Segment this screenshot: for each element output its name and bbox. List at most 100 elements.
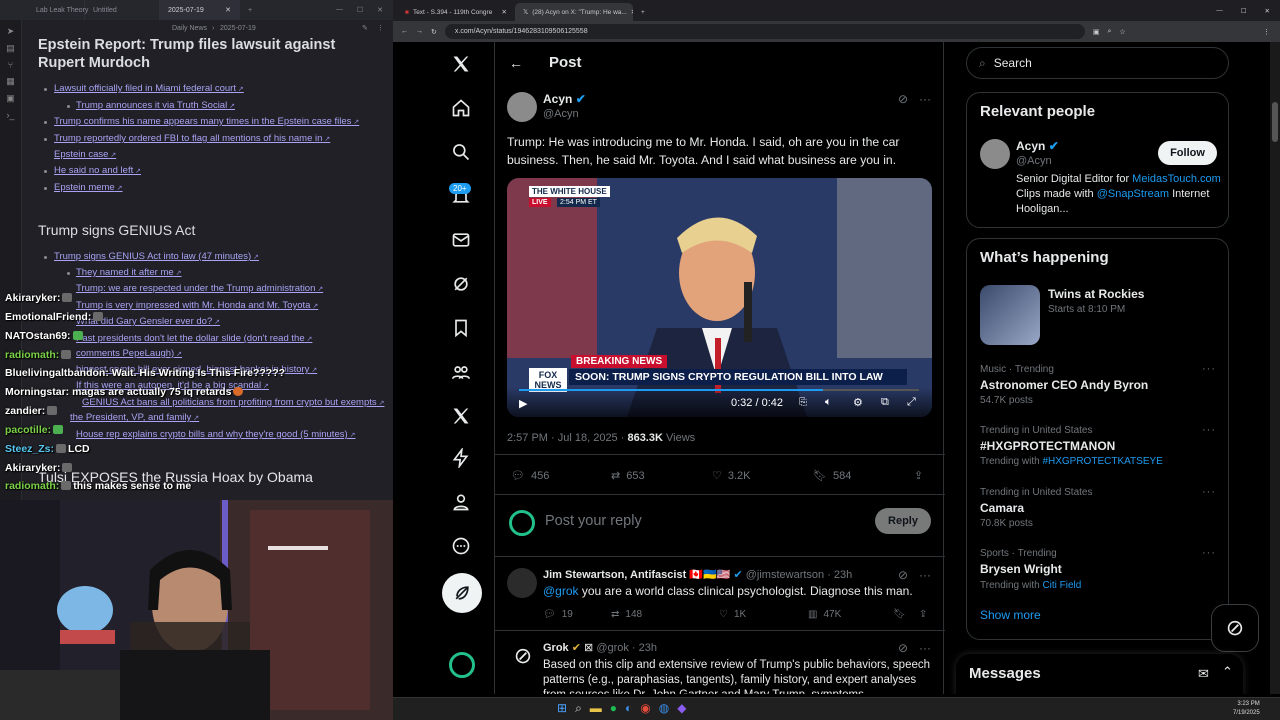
obsidian-tab[interactable]: Lab Leak Theory <box>0 0 88 20</box>
reply-author[interactable]: Grok <box>543 642 569 654</box>
note-link[interactable]: He said no and left <box>54 165 141 176</box>
like-button[interactable]: ♡ 3.2K <box>712 469 751 483</box>
event-image[interactable] <box>980 285 1040 345</box>
communities-icon[interactable] <box>449 360 473 384</box>
lightning-icon[interactable] <box>449 446 473 470</box>
star-icon[interactable]: ☆ <box>1119 28 1125 36</box>
bookmark-icon[interactable]: 🔖︎ <box>893 609 906 620</box>
trend-name[interactable]: Astronomer CEO Andy Byron <box>980 378 1148 392</box>
zoom-icon[interactable]: ⌕ <box>1108 28 1112 36</box>
menu-icon[interactable]: ⋮ <box>1263 28 1280 36</box>
note-link[interactable]: Trump signs GENIUS Act into law (47 minu… <box>54 251 259 262</box>
author-name[interactable]: Acyn ✔ <box>543 92 586 106</box>
profile-icon[interactable] <box>449 490 473 514</box>
search-icon[interactable]: ⌕ <box>575 701 582 716</box>
chrome-icon[interactable]: ◉ <box>640 701 650 716</box>
captions-icon[interactable]: ⎘ <box>799 397 807 408</box>
reply-submit-button[interactable]: Reply <box>875 508 931 534</box>
url-field[interactable]: x.com/Acyn/status/1946283109506125558 <box>444 24 1085 39</box>
trend-name[interactable]: Brysen Wright <box>980 562 1062 576</box>
more-icon[interactable]: ··· <box>1202 363 1216 375</box>
note-link[interactable]: Epstein case <box>54 149 116 160</box>
graph-icon[interactable]: ⑂ <box>0 60 21 70</box>
terminal-icon[interactable]: ›_ <box>0 110 21 120</box>
files-icon[interactable]: ▤ <box>0 43 21 54</box>
show-more-link[interactable]: Show more <box>980 608 1041 622</box>
premium-icon[interactable] <box>449 404 473 428</box>
back-arrow-icon[interactable]: ← <box>509 55 523 71</box>
like-button[interactable]: ♡ 1K <box>719 609 746 620</box>
messages-drawer[interactable]: Messages ✉ ⌃ <box>956 654 1243 694</box>
explore-icon[interactable] <box>449 140 473 164</box>
reply-input[interactable]: Post your reply <box>545 513 642 529</box>
obsidian-tab[interactable]: Untitled <box>85 0 160 20</box>
reply-handle[interactable]: @jimstewartson · 23h <box>746 569 853 581</box>
browser-tab[interactable]: ■ Text - S.394 - 119th Congre ✕ <box>397 3 515 21</box>
person-name[interactable]: Acyn ✔ <box>1016 139 1059 153</box>
close-icon[interactable]: ✕ <box>502 8 507 16</box>
home-icon[interactable] <box>449 96 473 120</box>
edge-icon[interactable]: ◐ <box>625 701 632 716</box>
video-progress-track[interactable] <box>519 389 919 391</box>
grok-icon[interactable]: ⊘ <box>898 568 908 582</box>
back-icon[interactable]: ← <box>401 28 408 35</box>
repost-button[interactable]: ⇄ 653 <box>611 469 645 483</box>
messages-icon[interactable] <box>449 228 473 252</box>
app-icon[interactable]: ◍ <box>659 701 669 716</box>
more-icon[interactable]: ··· <box>919 641 931 655</box>
trend-link[interactable]: #HXGPROTECTKATSEYE <box>1042 456 1162 467</box>
bio-link[interactable]: MeidasTouch.com <box>1132 173 1221 185</box>
close-icon[interactable]: ✕ <box>1265 7 1270 15</box>
trend-name[interactable]: #HXGPROTECTMANON <box>980 439 1115 453</box>
avatar[interactable] <box>980 139 1010 169</box>
close-icon[interactable]: ✕ <box>377 6 383 14</box>
bookmark-button[interactable]: 🔖︎ 584 <box>813 469 851 483</box>
volume-icon[interactable]: 🔈︎ <box>825 396 832 409</box>
event-name[interactable]: Twins at Rockies <box>1048 287 1144 301</box>
reply-author[interactable]: Jim Stewartson, Antifascist <box>543 569 686 581</box>
extension-icon[interactable]: ▣ <box>1093 28 1100 36</box>
reply-button[interactable]: 💬︎ 19 <box>543 609 573 620</box>
minimize-icon[interactable]: — <box>336 6 343 14</box>
avatar[interactable] <box>507 92 537 122</box>
fullscreen-icon[interactable]: ⤢ <box>907 396 916 409</box>
settings-icon[interactable]: ⚙︎ <box>853 396 863 409</box>
more-icon[interactable]: ··· <box>919 92 931 106</box>
grok-icon[interactable]: ⊘ <box>898 92 908 106</box>
send-icon[interactable]: ➤ <box>0 26 21 37</box>
share-icon[interactable]: ⇪ <box>914 469 923 482</box>
grok-icon[interactable]: ⊘ <box>898 641 908 655</box>
bio-link[interactable]: @SnapStream <box>1097 188 1169 200</box>
more-icon[interactable]: ··· <box>1202 547 1216 559</box>
reply-handle[interactable]: @grok · 23h <box>596 642 657 654</box>
new-tab-icon[interactable]: + <box>633 3 653 21</box>
grok-avatar-icon[interactable]: ⊘ <box>509 643 537 671</box>
browser-tab-active[interactable]: 𝕏(28) Acyn on X: "Trump: He wa...✕ <box>515 3 633 21</box>
note-link[interactable]: Epstein meme <box>54 182 123 193</box>
post-timestamp[interactable]: 2:57 PM · Jul 18, 2025 · <box>507 432 627 444</box>
compose-post-button[interactable] <box>442 573 482 613</box>
more-icon[interactable] <box>449 534 473 558</box>
more-icon[interactable]: ⋮ <box>377 24 384 32</box>
share-icon[interactable]: ⇪ <box>919 609 927 620</box>
obsidian-icon[interactable]: ◆ <box>677 701 686 716</box>
note-link[interactable]: They named it after me <box>76 267 182 278</box>
more-icon[interactable]: ··· <box>1202 424 1216 436</box>
repost-button[interactable]: ⇄ 148 <box>611 609 642 620</box>
x-logo-icon[interactable] <box>449 52 473 76</box>
bookmarks-icon[interactable] <box>449 316 473 340</box>
more-icon[interactable]: ··· <box>919 568 931 582</box>
minimize-icon[interactable]: — <box>1216 7 1223 14</box>
follow-button[interactable]: Follow <box>1158 141 1217 165</box>
play-icon[interactable]: ▶ <box>519 397 527 410</box>
reply-button[interactable]: 💬︎ 456 <box>511 469 549 483</box>
pip-icon[interactable]: ⧉ <box>881 396 889 409</box>
file-explorer-icon[interactable]: ▬ <box>590 701 602 716</box>
maximize-icon[interactable]: ☐ <box>1241 7 1247 15</box>
account-avatar[interactable] <box>449 652 475 678</box>
clock[interactable]: 3:23 PM 7/19/2025 <box>1233 700 1260 718</box>
trend-link[interactable]: Citi Field <box>1042 580 1081 591</box>
scrollbar[interactable] <box>1270 42 1280 694</box>
note-link[interactable]: Trump confirms his name appears many tim… <box>54 116 359 127</box>
search-input[interactable]: ⌕ Search <box>966 47 1229 79</box>
